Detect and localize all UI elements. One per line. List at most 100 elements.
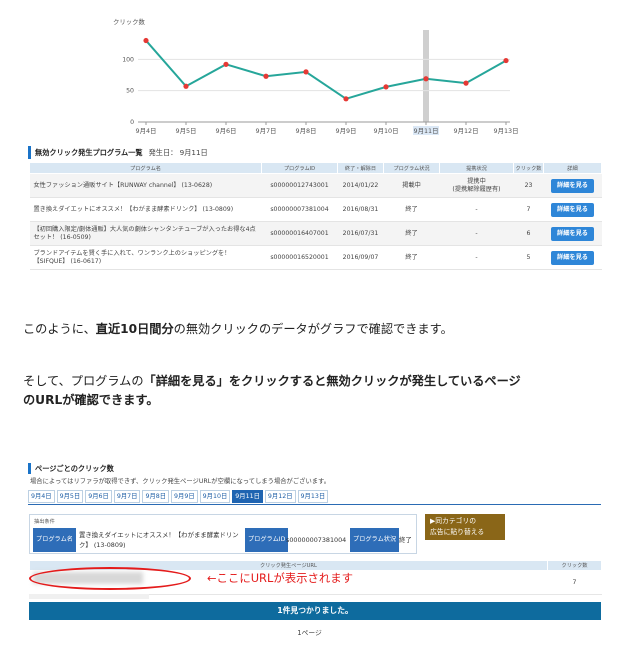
filter-title: 抽出条件 [34, 519, 55, 525]
date-tab[interactable]: 9月5日 [56, 490, 84, 503]
blurred-links [29, 594, 149, 599]
date-tab[interactable]: 9月12日 [264, 490, 296, 503]
x-tick-label: 9月11日 [414, 127, 439, 135]
filter-program-value: 置き換えダイエットにオススメ！【わがまま酵素ドリンク】 (13-0809) [79, 531, 239, 549]
x-tick-label: 9月6日 [216, 127, 237, 135]
col-end-date: 終了・解除日 [337, 162, 384, 174]
url-highlight-oval [29, 567, 191, 590]
click-count: 5 [513, 245, 544, 270]
click-count: 6 [513, 221, 544, 246]
partner-status: - [439, 245, 514, 270]
col-program-status: プログラム状況 [383, 162, 440, 174]
tabs-divider [28, 504, 601, 505]
page-clicks-heading: ページごとのクリック数 [28, 463, 114, 474]
program-status: 掲載中 [383, 173, 440, 198]
url-annotation: ←ここにURLが表示されます [207, 571, 354, 585]
x-tick-label: 9月4日 [136, 127, 157, 135]
detail-cell: 詳細を見る [543, 197, 602, 222]
program-status: 終了 [383, 221, 440, 246]
y-axis-label: クリック数 [113, 17, 146, 26]
filter-status-label: プログラム状況 [350, 528, 400, 552]
filter-status-value: 終了 [399, 536, 412, 544]
filter-program-label: プログラム名 [33, 528, 76, 552]
date-tab[interactable]: 9月7日 [113, 490, 141, 503]
table-row: 【初回購入限定/劇体通販】大人気の劇体シャンタンチューブが入ったお得な4点セット… [29, 221, 602, 246]
referrer-note: 場合によってはリファラが取得できず、クリック発生ページURLが空欄になってしまう… [30, 478, 331, 485]
end-date: 2016/07/31 [337, 221, 384, 246]
prose-bold: のURLが確認できます。 [23, 393, 159, 407]
end-date: 2014/01/22 [337, 173, 384, 198]
data-point [383, 84, 389, 90]
prose-bold: 「詳細を見る」をクリックすると無効クリックが発生しているページ [143, 374, 521, 388]
col-program-name: プログラム名 [29, 162, 262, 174]
explanation-paragraph-1: このように、直近10日間分の無効クリックのデータがグラフで確認できます。 [23, 320, 453, 339]
prose-text: の無効クリックのデータがグラフで確認できます。 [173, 322, 453, 336]
date-tab[interactable]: 9月6日 [85, 490, 112, 503]
date-tab[interactable]: 9月9日 [171, 490, 198, 503]
col-partner-status: 提携状況 [439, 162, 514, 174]
partner-status: - [439, 221, 514, 246]
table-header-row: プログラム名 プログラムID 終了・解除日 プログラム状況 提携状況 クリック数… [29, 162, 602, 174]
program-id: s00000016520001 [261, 245, 338, 270]
filter-id-label: プログラムID [245, 528, 289, 552]
detail-cell: 詳細を見る [543, 173, 602, 198]
y-tick-label: 100 [122, 56, 134, 63]
data-point [343, 96, 349, 102]
program-id: s00000012743001 [261, 173, 338, 198]
prose-bold: 直近10日間分 [95, 322, 174, 336]
date-tab[interactable]: 9月11日 [232, 490, 263, 503]
table-row: ブランドアイテムを賢く手に入れて、ワンランク上のショッピングを！【SIFQUE】… [29, 245, 602, 270]
x-tick-label: 9月13日 [494, 127, 519, 135]
y-tick-label: 0 [130, 119, 134, 126]
click-count-line-chart: 0 50 100 クリック数 9月4日 9月5日 9月6日 9月7日 9月8日 9月9日 9月10日… [113, 17, 519, 135]
detail-button[interactable]: 詳細を見る [551, 202, 594, 217]
data-point [143, 37, 149, 44]
x-tick-label: 9月7日 [256, 127, 277, 135]
y-tick-label: 50 [126, 88, 134, 95]
prose-text: このように、 [23, 322, 96, 336]
date-tab[interactable]: 9月10日 [199, 490, 231, 503]
detail-cell: 詳細を見る [543, 245, 602, 270]
date-tabs: 9月4日 9月5日 9月6日 9月7日 9月8日 9月9日 9月10日 9月11… [28, 490, 329, 503]
date-tab[interactable]: 9月4日 [28, 490, 55, 503]
program-name: 女性ファッション通販サイト【RUNWAY channel】 (13-0628) [29, 173, 262, 198]
table-row: 女性ファッション通販サイト【RUNWAY channel】 (13-0628) … [29, 173, 602, 198]
x-tick-label: 9月9日 [336, 127, 357, 135]
program-status: 終了 [383, 245, 440, 270]
click-count: 7 [513, 197, 544, 222]
filter-conditions: 抽出条件 プログラム名 置き換えダイエットにオススメ！【わがまま酵素ドリンク】 … [29, 514, 417, 554]
filter-id-value: s00000007381004 [286, 536, 347, 544]
program-id: s00000007381004 [261, 197, 338, 222]
prose-text: そして、プログラムの [23, 374, 144, 388]
end-date: 2016/09/07 [337, 245, 384, 270]
program-name: ブランドアイテムを賢く手に入れて、ワンランク上のショッピングを！【SIFQUE】… [29, 245, 262, 270]
date-tab[interactable]: 9月13日 [297, 490, 329, 503]
program-name: 置き換えダイエットにオススメ！【わがまま酵素ドリンク】 (13-0809) [29, 197, 262, 222]
data-point [223, 61, 229, 67]
invalid-click-programs-table: プログラム名 プログラムID 終了・解除日 プログラム状況 提携状況 クリック数… [29, 162, 602, 270]
detail-button[interactable]: 詳細を見る [551, 226, 594, 241]
click-count: 23 [513, 173, 544, 198]
result-count-bar: 1件見つかりました。 [29, 602, 601, 620]
occurrence-date: 発生日： 9月11日 [148, 148, 208, 157]
series-line [145, 39, 507, 100]
program-name: 【初回購入限定/劇体通販】大人気の劇体シャンタンチューブが入ったお得な4点セット… [29, 221, 262, 246]
detail-cell: 詳細を見る [543, 221, 602, 246]
date-tab[interactable]: 9月8日 [142, 490, 170, 503]
data-point [303, 69, 309, 75]
col-detail: 詳細 [543, 162, 602, 174]
program-status: 終了 [383, 197, 440, 222]
program-id: s00000016407001 [261, 221, 338, 246]
invalid-click-programs-heading: 無効クリック発生プログラム一覧 発生日： 9月11日 [28, 146, 208, 159]
col-program-id: プログラムID [261, 162, 338, 174]
detail-button[interactable]: 詳細を見る [551, 178, 594, 193]
partner-status: - [439, 197, 514, 222]
data-point [423, 76, 429, 82]
end-date: 2016/08/31 [337, 197, 384, 222]
partner-status: 提携中 (提携解除履歴有) [439, 173, 514, 198]
detail-button[interactable]: 詳細を見る [551, 250, 594, 265]
col-clicks: クリック数 [547, 560, 602, 571]
x-tick-label: 9月10日 [374, 127, 399, 135]
replace-category-button[interactable]: ▶同カテゴリの 広告に貼り替える [425, 514, 505, 540]
table-row: 置き換えダイエットにオススメ！【わがまま酵素ドリンク】 (13-0809) s0… [29, 197, 602, 222]
